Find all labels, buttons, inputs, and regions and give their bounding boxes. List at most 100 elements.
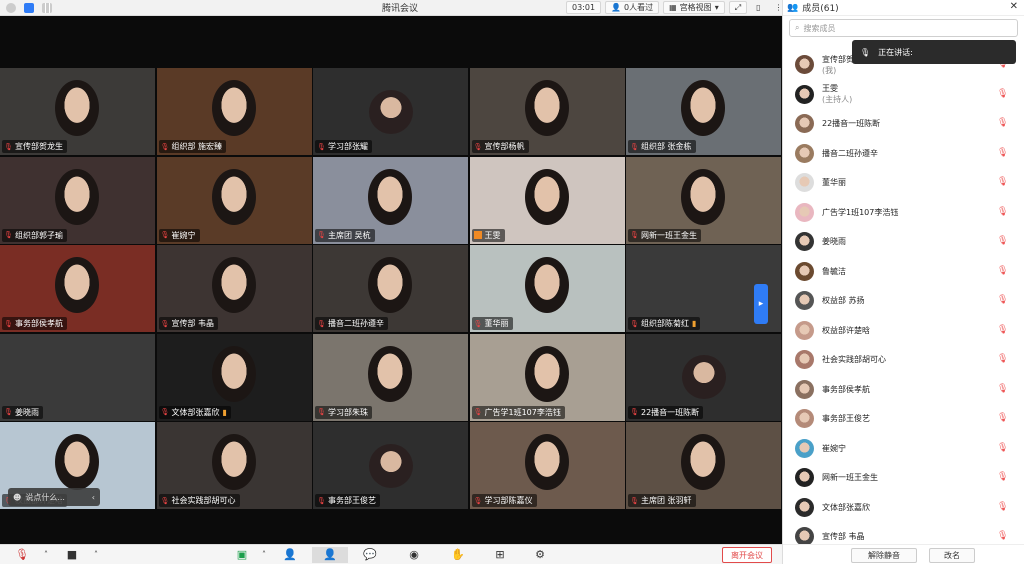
close-icon[interactable]: ✕ [1010, 1, 1018, 12]
member-item[interactable]: 网新一班王金生 🎙 [783, 463, 1024, 493]
signal-icon[interactable] [42, 2, 52, 13]
participant-video [524, 80, 569, 136]
invite-button[interactable]: 👤 [280, 547, 300, 563]
rename-button[interactable]: 改名 [929, 548, 975, 563]
video-options-button[interactable]: ˄ [86, 547, 106, 563]
next-page-button[interactable]: ▸ [754, 284, 768, 324]
member-item[interactable]: 权益部 苏扬 🎙 [783, 286, 1024, 316]
video-tile[interactable]: 🎙 组织部郭子瑜 [0, 156, 155, 244]
mic-muted-icon[interactable]: 🎙 [997, 443, 1008, 453]
member-item[interactable]: 董华丽 🎙 [783, 168, 1024, 198]
mic-muted-icon[interactable]: 🎙 [997, 177, 1008, 187]
video-tile[interactable]: 🎙 组织部 张金栋 [626, 68, 781, 155]
record-button[interactable]: ◉ [404, 547, 424, 563]
video-tile[interactable]: 🎙 广告学1班107李浩钰 [469, 333, 625, 421]
mic-muted-icon[interactable]: 🎙 [997, 148, 1008, 158]
video-tile[interactable]: 🎙 22播音一班陈断 [626, 333, 781, 421]
share-screen-button[interactable]: ▣ [232, 547, 252, 563]
mic-muted-icon[interactable]: 🎙 [997, 531, 1008, 541]
video-tile[interactable]: 🎙 宣传部 韦晶 [156, 245, 312, 332]
avatar [795, 114, 814, 134]
member-item[interactable]: 广告学1班107李浩钰 🎙 [783, 198, 1024, 228]
video-tile[interactable]: 🎙 学习部朱珠 [313, 333, 468, 421]
chat-button[interactable]: 💬 [360, 547, 380, 563]
member-item[interactable]: 社会实践部胡可心 🎙 [783, 345, 1024, 375]
mic-muted-icon[interactable]: 🎙 [997, 325, 1008, 335]
avatar [795, 320, 814, 340]
video-tile[interactable]: 🎙 姜晓雨 [0, 333, 155, 421]
shield-icon[interactable] [24, 2, 34, 13]
video-tile[interactable]: 🎙 学习部陈嘉仪 [469, 422, 625, 509]
view-mode-button[interactable]: ▦ 宫格视图 ▾ [663, 1, 725, 14]
members-button[interactable]: 👤 [312, 546, 348, 563]
mic-muted-icon: 🎙 [160, 319, 170, 328]
mic-muted-icon[interactable]: 🎙 [997, 118, 1008, 128]
member-item[interactable]: 王雯 (主持人) 🎙 [783, 80, 1024, 110]
participant-video [681, 80, 725, 136]
apps-button[interactable]: ⊞ [490, 547, 510, 563]
mic-muted-icon[interactable]: 🎙 [997, 89, 1008, 99]
sidebar-toggle-button[interactable]: ▯ [751, 1, 765, 14]
mic-muted-icon[interactable]: 🎙 [997, 354, 1008, 364]
chat-quick-input[interactable]: ☻ 说点什么... ‹ [8, 488, 100, 506]
video-tile[interactable]: 🎙 社会实践部胡可心 [156, 422, 312, 509]
member-item[interactable]: 事务部王俊艺 🎙 [783, 404, 1024, 434]
video-tile[interactable]: 🎙 播音二班孙遵辛 [313, 245, 468, 332]
member-item[interactable]: 事务部侯孝航 🎙 [783, 375, 1024, 405]
mic-muted-icon[interactable]: 🎙 [997, 207, 1008, 217]
audio-options-button[interactable]: ˄ [36, 547, 56, 563]
member-item[interactable]: 权益部许楚晗 🎙 [783, 316, 1024, 346]
video-tile[interactable]: 🎙 主席团 吴杭 [313, 156, 468, 244]
mic-muted-icon: 🎙 [4, 231, 13, 239]
member-item[interactable]: 鲁毓洁 🎙 [783, 257, 1024, 287]
participant-name: 组织部陈菊红 [641, 319, 689, 328]
video-tile[interactable]: 🎙 宣传部杨帆 [469, 68, 625, 155]
participant-name: 广告学1班107李浩钰 [484, 407, 561, 417]
mic-muted-icon[interactable]: 🎙 [997, 472, 1008, 482]
mic-muted-icon[interactable]: 🎙 [997, 295, 1008, 305]
unmute-all-button[interactable]: 解除静音 [851, 548, 917, 563]
settings-button[interactable]: ⚙ [530, 547, 550, 563]
member-item[interactable]: 文体部张嘉欣 🎙 [783, 493, 1024, 523]
video-tile[interactable]: 🎙 事务部王俊艺 [313, 422, 468, 509]
mic-muted-icon[interactable]: 🎙 [997, 266, 1008, 276]
mute-button[interactable]: 🎙 [12, 547, 32, 563]
video-grid: 🎙 宣传部贺龙生 🎙 组织部 施宏臻 🎙 学习部张耀 🎙 宣传部杨帆 🎙 组织部 张金栋 🎙 组织部郭… [0, 68, 782, 522]
participant-name: 董华丽 [484, 319, 509, 328]
video-tile[interactable]: 🎙 董华丽 [469, 245, 625, 332]
member-item[interactable]: 22播音一班陈断 🎙 [783, 109, 1024, 139]
mic-muted-icon[interactable]: 🎙 [997, 413, 1008, 423]
video-tile[interactable]: 🎙 文体部张嘉欣 ▮ [156, 333, 312, 421]
member-search-input[interactable]: ⌕ 搜索成员 [789, 19, 1018, 37]
members-panel-footer: 解除静音 改名 [783, 544, 1024, 564]
video-tile[interactable]: 王雯 [469, 156, 625, 244]
sidebar-icon: ▯ [756, 3, 761, 12]
video-tile[interactable]: 🎙 网新一班王金生 [626, 156, 781, 244]
member-item[interactable]: 播音二班孙遵辛 🎙 [783, 139, 1024, 169]
member-name: 播音二班孙遵辛 [822, 148, 878, 158]
video-tile[interactable]: 🎙 宣传部贺龙生 [0, 68, 155, 155]
member-name: 文体部张嘉欣 [822, 502, 870, 512]
member-item[interactable]: 姜晓雨 🎙 [783, 227, 1024, 257]
mic-muted-icon[interactable]: 🎙 [997, 502, 1008, 512]
video-tile[interactable]: 🎙 主席团 张羽轩 [626, 422, 781, 509]
member-name-block: 王雯 (主持人) [822, 83, 852, 105]
member-item[interactable]: 崔婉宁 🎙 [783, 434, 1024, 464]
video-tile[interactable]: 🎙 组织部 施宏臻 [156, 68, 312, 155]
video-tile[interactable]: 🎙 学习部张耀 [313, 68, 468, 155]
mic-muted-icon[interactable]: 🎙 [997, 236, 1008, 246]
video-tile[interactable]: 🎙 崔婉宁 [156, 156, 312, 244]
viewers-button[interactable]: 👤 0人看过 [605, 1, 660, 14]
member-name-block: 权益部许楚晗 [822, 325, 870, 336]
participant-label: 🎙 文体部张嘉欣 ▮ [158, 405, 231, 419]
avatar [795, 84, 814, 104]
mic-muted-icon[interactable]: 🎙 [997, 384, 1008, 394]
video-tile[interactable]: 🎙 事务部侯孝航 [0, 245, 155, 332]
video-button[interactable]: ■ [62, 547, 82, 563]
raise-hand-button[interactable]: ✋ [448, 547, 468, 563]
fullscreen-button[interactable]: ⤢ [728, 1, 748, 14]
leave-meeting-button[interactable]: 离开会议 [722, 547, 772, 563]
add-user-icon: 👤 [283, 548, 297, 561]
share-options-button[interactable]: ˄ [254, 547, 274, 563]
info-icon[interactable] [6, 2, 16, 13]
